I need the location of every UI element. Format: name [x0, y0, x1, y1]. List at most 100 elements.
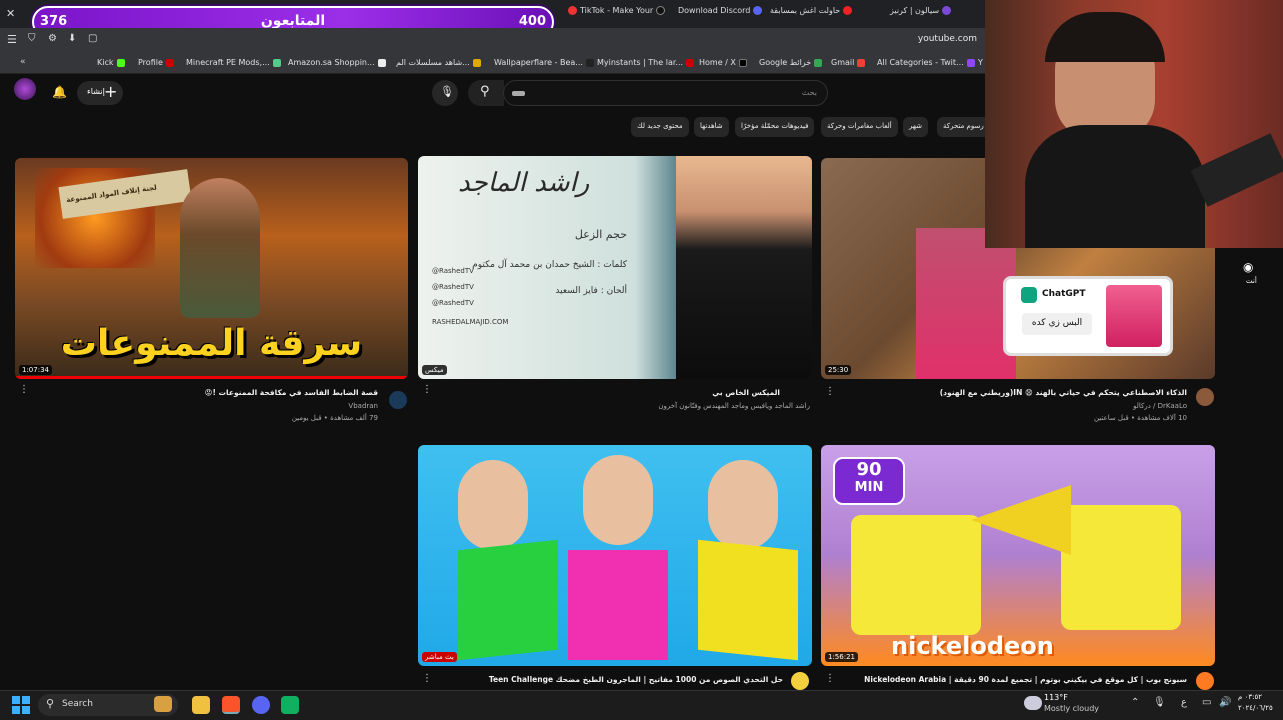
- channel-avatar[interactable]: [389, 391, 407, 409]
- video-title[interactable]: حل التحدي الصوص من 1000 مفاتيح | الماجرو…: [489, 675, 783, 684]
- channel-avatar[interactable]: [1196, 388, 1214, 406]
- brave-browser-icon[interactable]: [222, 696, 240, 714]
- taskbar-search[interactable]: ⚲ Search: [38, 694, 178, 716]
- notifications-bell-icon[interactable]: 🔔: [52, 85, 67, 99]
- tab-label: TikTok - Make Your: [580, 6, 654, 15]
- more-options-icon[interactable]: ⋮: [825, 387, 835, 397]
- channel-name[interactable]: Vbadran: [348, 402, 378, 410]
- clock-time[interactable]: ٠٣:٥٢ م: [1238, 693, 1262, 701]
- video-title[interactable]: الذكاء الاصطناعي يتحكم في حياتي بالهند 😧…: [940, 388, 1187, 397]
- language-indicator[interactable]: ع: [1181, 697, 1187, 708]
- browser-navbar: ☰ ⛉ ⚙ ⬇ ▢ youtube.com: [0, 28, 985, 52]
- video-title[interactable]: قصة الضابط الفاسد في مكافحة الممنوعات !😡: [205, 388, 378, 397]
- sidebar-item-you[interactable]: أنت: [1246, 277, 1257, 285]
- mic-button[interactable]: 🎙: [432, 80, 458, 106]
- video-title[interactable]: سبونج بوب | كل موقع في بيكيني بوتوم | تج…: [864, 675, 1187, 684]
- progress-bar: [15, 376, 408, 379]
- volume-icon[interactable]: 🔊: [1219, 697, 1231, 708]
- shield-icon[interactable]: ⛉: [28, 33, 36, 44]
- bookmark-maps[interactable]: Google خرائط: [759, 58, 823, 67]
- bookmark-label: Wallpaperflare - Bea...: [494, 58, 583, 67]
- video-thumbnail[interactable]: 90 MIN nickelodeon 1:56:21: [821, 445, 1215, 666]
- bookmark-label: All Categories - Twit...: [877, 58, 964, 67]
- search-icon: ⚲: [480, 84, 490, 99]
- channel-avatar[interactable]: [791, 672, 809, 690]
- tab-video-2[interactable]: سيالون | كرنيز: [890, 6, 954, 15]
- chevron-up-icon[interactable]: ⌃: [1131, 697, 1139, 708]
- bookmark-kick[interactable]: Kick: [97, 58, 125, 67]
- mic-icon[interactable]: 🎙: [1153, 697, 1166, 708]
- chip-recently-uploaded[interactable]: فيديوهات محمّلة مؤخرًا: [735, 117, 815, 137]
- thumb-handle: @RashedTV: [432, 299, 474, 307]
- file-explorer-icon[interactable]: [192, 696, 210, 714]
- bookmark-gmail[interactable]: Gmail: [831, 58, 866, 67]
- app-icon[interactable]: [281, 696, 299, 714]
- extension-icon[interactable]: ⚙: [48, 33, 57, 44]
- person-graphic: [708, 460, 778, 550]
- chip-month[interactable]: شهر: [903, 117, 928, 137]
- search-button[interactable]: ⚲: [468, 80, 504, 106]
- person-graphic: [583, 455, 653, 545]
- bookmark-profile[interactable]: Profile: [138, 58, 174, 67]
- weather-temp[interactable]: 113°F: [1044, 693, 1068, 702]
- channel-name[interactable]: راشد الماجد ويافيس وماجد المهندس وفنّانو…: [658, 402, 810, 410]
- keyboard-icon[interactable]: [512, 91, 525, 96]
- video-title[interactable]: الميكس الخاص بي: [712, 388, 780, 397]
- address-bar[interactable]: youtube.com: [918, 34, 977, 44]
- weather-desc[interactable]: Mostly cloudy: [1044, 704, 1099, 713]
- bookmark-label: Gmail: [831, 58, 855, 67]
- user-circle-icon[interactable]: ◉: [1243, 260, 1253, 274]
- create-label: إنشاء: [87, 87, 105, 96]
- clock-date[interactable]: ٢٠٢٤/٠٦/٢٥: [1238, 704, 1273, 712]
- bookmark-more[interactable]: Y: [978, 58, 983, 67]
- person-graphic: [676, 156, 812, 379]
- bookmark-amazon[interactable]: Amazon.sa Shoppin...: [288, 58, 386, 67]
- video-duration: 1:56:21: [825, 652, 858, 662]
- video-meta: 79 ألف مشاهدة • قبل يومين: [291, 414, 378, 422]
- thumb-line: حجم الزعل: [574, 228, 627, 241]
- megaphone-graphic: [971, 485, 1071, 555]
- microphone-arm: [1190, 133, 1283, 207]
- avatar[interactable]: [14, 78, 36, 100]
- video-meta: 10 آلاف مشاهدة • قبل ساعتين: [1093, 414, 1187, 422]
- window-icon[interactable]: ▢: [88, 33, 97, 44]
- more-options-icon[interactable]: ⋮: [19, 385, 29, 395]
- video-thumbnail[interactable]: بث مباشر: [418, 445, 812, 666]
- create-button[interactable]: إنشاء +: [77, 81, 123, 105]
- chevron-left-icon[interactable]: «: [20, 57, 26, 67]
- tab-tiktok[interactable]: TikTok - Make Your: [565, 6, 668, 15]
- more-options-icon[interactable]: ⋮: [825, 674, 835, 684]
- bookmark-label: Home / X: [699, 58, 736, 67]
- menu-icon[interactable]: ☰: [7, 33, 17, 46]
- chip-new-to-you[interactable]: محتوى جديد لك: [631, 117, 689, 137]
- search-highlight-icon: [154, 696, 172, 712]
- bookmark-minecraft[interactable]: Minecraft PE Mods,...: [186, 58, 281, 67]
- discord-icon[interactable]: [252, 696, 270, 714]
- search-input[interactable]: بحث: [503, 80, 828, 106]
- chip-animation[interactable]: رسوم متحركة: [937, 117, 990, 137]
- bookmark-label: Profile: [138, 58, 163, 67]
- bookmark-series[interactable]: شاهد مسلسلات الم...: [396, 58, 481, 67]
- chip-adventure-games[interactable]: ألعاب مغامرات وحركة: [821, 117, 898, 137]
- network-icon[interactable]: ▭: [1202, 697, 1211, 708]
- video-thumbnail[interactable]: راشد الماجد حجم الزعل كلمات : الشيخ حمدا…: [418, 156, 812, 379]
- bookmarks-bar: « Kick Profile Minecraft PE Mods,... Ama…: [0, 52, 985, 74]
- plus-icon: +: [104, 82, 118, 101]
- tab-label: حاولت اغش بمسابقة: [770, 6, 841, 15]
- more-options-icon[interactable]: ⋮: [422, 385, 432, 395]
- bookmark-twitch[interactable]: All Categories - Twit...: [877, 58, 975, 67]
- tab-label: Download Discord: [678, 6, 751, 15]
- channel-name[interactable]: DrKaaLo / دركالو: [1133, 402, 1187, 410]
- bookmark-x[interactable]: Home / X: [699, 58, 747, 67]
- channel-avatar[interactable]: [1196, 672, 1214, 690]
- tab-discord[interactable]: Download Discord: [678, 6, 765, 15]
- chip-watched[interactable]: شاهدتها: [694, 117, 729, 137]
- bookmark-wallpaperflare[interactable]: Wallpaperflare - Bea...: [494, 58, 594, 67]
- tab-video[interactable]: حاولت اغش بمسابقة: [770, 6, 855, 15]
- more-options-icon[interactable]: ⋮: [422, 674, 432, 684]
- bookmark-myinstants[interactable]: Myinstants | The lar...: [597, 58, 695, 67]
- close-icon[interactable]: ✕: [6, 7, 15, 20]
- windows-start-icon[interactable]: [12, 696, 30, 714]
- video-thumbnail[interactable]: لجنة إتلاف المواد الممنوعة سرقة الممنوعا…: [15, 158, 408, 379]
- download-icon[interactable]: ⬇: [68, 33, 76, 44]
